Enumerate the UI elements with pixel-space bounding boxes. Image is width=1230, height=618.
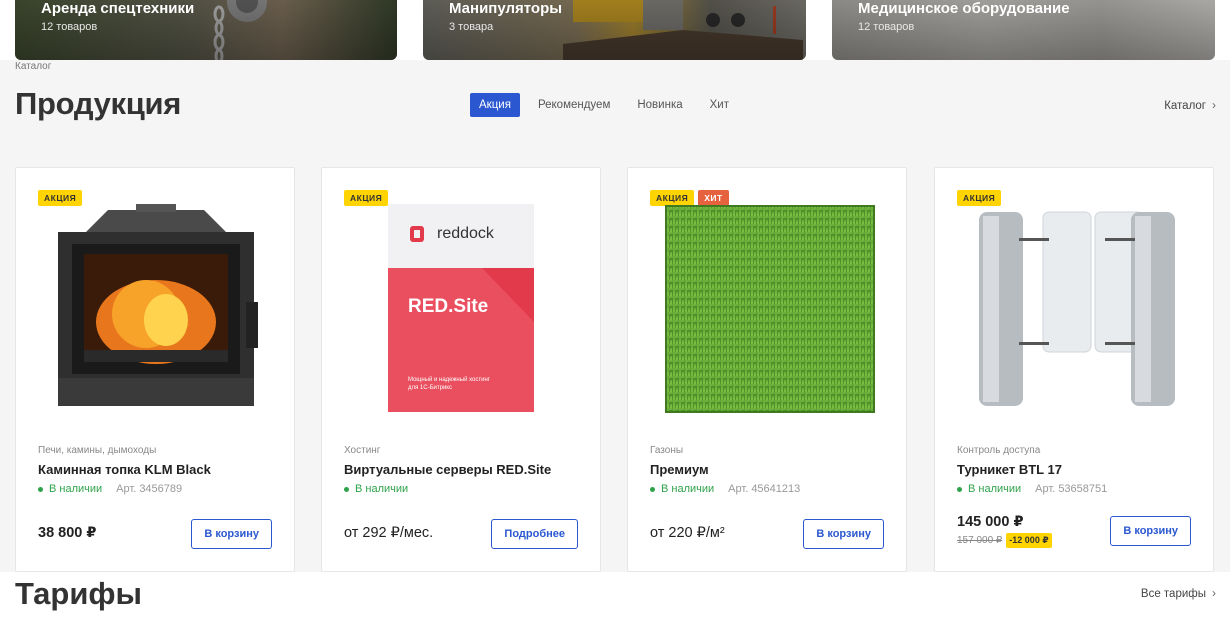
product-name[interactable]: Турникет BTL 17 — [957, 462, 1062, 477]
chevron-right-icon: › — [1212, 586, 1216, 600]
box-title: RED.Site — [408, 296, 489, 317]
add-to-cart-button[interactable]: В корзину — [803, 519, 884, 549]
page-title: Продукция — [15, 86, 182, 121]
category-title: Манипуляторы — [449, 0, 563, 17]
category-title: Аренда спецтехники — [41, 0, 195, 17]
section-title-tariffs: Тарифы — [15, 576, 142, 611]
catalog-link-label: Каталог — [1164, 100, 1206, 112]
category-count: 12 товаров — [41, 21, 98, 33]
product-card[interactable]: АКЦИЯ ХИТ Газоны Премиум В наличии Арт. … — [627, 167, 907, 572]
product-card[interactable]: АКЦИЯ reddock RED.Site Мощный и надежный… — [321, 167, 601, 572]
stock-status: В наличии Арт. 53658751 — [957, 483, 1107, 495]
product-name[interactable]: Премиум — [650, 462, 709, 477]
category-title: Медицинское оборудование — [858, 0, 1070, 17]
product-price: от 220 ₽/м² — [650, 525, 725, 541]
product-image — [979, 211, 1175, 406]
status-dot-icon — [344, 486, 349, 492]
tab-new[interactable]: Новинка — [628, 93, 691, 117]
status-dot-icon — [957, 486, 962, 492]
tariffs-section — [0, 572, 1230, 618]
all-tariffs-label: Все тарифы — [1140, 588, 1206, 600]
category-card-medical[interactable]: Медицинское оборудование 12 товаров — [832, 0, 1215, 60]
tab-sale[interactable]: Акция — [470, 93, 520, 117]
add-to-cart-button[interactable]: В корзину — [191, 519, 272, 549]
product-card[interactable]: АКЦИЯ Контроль доступа Турникет BTL 17 В… — [934, 167, 1214, 572]
box-brand: reddock — [437, 225, 494, 242]
category-row: Аренда спецтехники 12 товаров Манипулято… — [0, 0, 1230, 60]
details-button[interactable]: Подробнее — [491, 519, 578, 549]
product-price: 38 800 ₽ — [38, 525, 97, 541]
stock-status: В наличии Арт. 3456789 — [38, 483, 182, 495]
stock-label: В наличии — [968, 483, 1022, 495]
category-count: 12 товаров — [858, 21, 915, 33]
category-card-rental[interactable]: Аренда спецтехники 12 товаров — [15, 0, 397, 60]
add-to-cart-button[interactable]: В корзину — [1110, 516, 1191, 546]
product-category: Контроль доступа — [957, 445, 1041, 456]
product-name[interactable]: Виртуальные серверы RED.Site — [344, 462, 551, 477]
category-card-manipulators[interactable]: Манипуляторы 3 товара — [423, 0, 806, 60]
old-price-row: 157 000 ₽ -12 000 ₽ — [957, 533, 1052, 548]
product-category: Хостинг — [344, 445, 381, 456]
product-image — [58, 204, 258, 406]
stock-label: В наличии — [661, 483, 715, 495]
product-name[interactable]: Каминная топка KLM Black — [38, 462, 211, 477]
tab-recommended[interactable]: Рекомендуем — [529, 93, 619, 117]
breadcrumb[interactable]: Каталог — [15, 61, 51, 72]
catalog-link[interactable]: Каталог › — [1164, 98, 1216, 112]
product-card[interactable]: АКЦИЯ Печи, камины, дымоходы Каминная то… — [15, 167, 295, 572]
product-category: Печи, камины, дымоходы — [38, 445, 157, 456]
all-tariffs-link[interactable]: Все тарифы › — [1141, 586, 1216, 600]
product-category: Газоны — [650, 445, 684, 456]
status-dot-icon — [650, 486, 655, 492]
product-sku: Арт. 3456789 — [116, 483, 183, 495]
stock-label: В наличии — [355, 483, 409, 495]
status-dot-icon — [38, 486, 43, 492]
product-price: 145 000 ₽ — [957, 514, 1024, 530]
product-image — [665, 205, 875, 413]
discount-badge: -12 000 ₽ — [1006, 533, 1052, 548]
stock-status: В наличии — [344, 483, 408, 495]
old-price: 157 000 ₽ — [957, 535, 1003, 546]
tab-hit[interactable]: Хит — [701, 93, 738, 117]
chevron-right-icon: › — [1212, 98, 1216, 112]
product-tabs: Акция Рекомендуем Новинка Хит — [470, 93, 747, 117]
product-sku: Арт. 45641213 — [728, 483, 801, 495]
box-text: Мощный и надежный хостинг для 1С-Битрикс — [408, 377, 490, 391]
product-sku: Арт. 53658751 — [1035, 483, 1108, 495]
stock-status: В наличии Арт. 45641213 — [650, 483, 800, 495]
category-count: 3 товара — [449, 21, 494, 33]
product-price: от 292 ₽/мес. — [344, 525, 434, 541]
stock-label: В наличии — [49, 483, 103, 495]
